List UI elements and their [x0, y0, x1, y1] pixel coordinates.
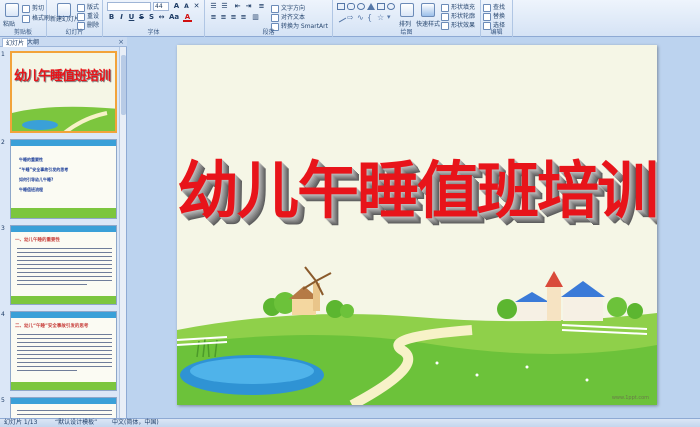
decrease-indent-icon[interactable]: ⇤	[233, 2, 242, 11]
slide-thumbnail-5[interactable]	[10, 397, 117, 418]
arrange-icon[interactable]	[400, 3, 414, 17]
justify-icon[interactable]: ≡	[239, 13, 248, 22]
shape-triangle-icon[interactable]	[367, 3, 375, 10]
slide-thumb-row-4[interactable]: 4 二、幼儿“午睡”安全事故引发的思考	[0, 311, 120, 393]
clear-format-icon[interactable]: ✕	[192, 2, 201, 11]
paragraph-group: ☰ ☰ ⇤ ⇥ ≡ 文字方向 ≡ ≡ ≡ ≡ ▥ 对齐文本 转换为 SmartA…	[205, 0, 333, 37]
strikethrough-icon[interactable]: S	[137, 13, 146, 22]
editing-group-label: 编辑	[490, 29, 503, 36]
shape-rounded-icon[interactable]	[347, 3, 355, 10]
bold-icon[interactable]: B	[107, 13, 116, 22]
slide-thumbnail-2[interactable]: 午睡的重要性 “午睡”安全事故引发的思考 如何引导幼儿午睡? 午睡值班流程	[10, 139, 117, 219]
thumb-item: 午睡值班流程	[19, 187, 43, 192]
slide-number: 5	[1, 397, 5, 404]
slide-number: 3	[1, 225, 5, 232]
scissors-icon	[22, 4, 30, 13]
paste-icon[interactable]	[5, 3, 19, 17]
shape-oval-icon[interactable]	[357, 3, 365, 10]
shape-star-icon[interactable]: ☆	[377, 14, 385, 22]
drawing-group-label: 绘图	[400, 29, 413, 36]
slide-thumbnail-4[interactable]: 二、幼儿“午睡”安全事故引发的思考	[10, 311, 117, 391]
editing-group: 查找 替换 选择 编辑	[481, 0, 513, 37]
new-slide-icon[interactable]	[57, 3, 71, 17]
shape-brace-icon[interactable]: {	[367, 14, 375, 22]
font-group-label: 字体	[147, 29, 160, 36]
slides-group: 新建幻灯片 版式 重设 删除 幻灯片	[47, 0, 103, 37]
shape-circle-icon[interactable]	[387, 3, 395, 10]
underline-icon[interactable]: U	[127, 13, 136, 22]
numbering-icon[interactable]: ☰	[220, 2, 229, 11]
shrink-font-icon[interactable]: A	[182, 2, 191, 11]
shape-rectangle-icon[interactable]	[337, 3, 345, 10]
status-bar: 幻灯片 1/13 “默认设计模板” 中文(简体，中国)	[0, 418, 700, 427]
cut-button[interactable]: 剪切	[22, 3, 44, 13]
shape-curve-icon[interactable]: ∿	[357, 14, 365, 22]
case-icon[interactable]: Aa	[169, 13, 179, 22]
slides-group-label: 幻灯片	[65, 29, 84, 36]
language-indicator[interactable]: 中文(简体，中国)	[112, 419, 159, 427]
slide-thumb-row-5[interactable]: 5	[0, 397, 120, 418]
theme-name: “默认设计模板”	[55, 419, 98, 426]
slide-number: 4	[1, 311, 5, 318]
line-spacing-icon[interactable]: ≡	[257, 2, 266, 11]
slide-thumb-row-2[interactable]: 2 午睡的重要性 “午睡”安全事故引发的思考 如何引导幼儿午睡? 午睡值班流程	[0, 139, 120, 221]
thumb-heading: 一、幼儿午睡的重要性	[15, 238, 60, 243]
paragraph-group-label: 段落	[262, 29, 275, 36]
slide-thumbnail-pane: 幻灯片 大纲 × 1 幼儿午睡值班培训 2 午睡的重要性 “午睡”安全事故引发的…	[0, 37, 127, 418]
shape-line-icon[interactable]	[335, 12, 347, 23]
current-slide[interactable]: 幼儿午睡值班培训 www.1ppt.com	[177, 45, 657, 405]
align-center-icon[interactable]: ≡	[219, 13, 228, 22]
pane-scrollbar[interactable]	[119, 47, 126, 418]
pane-tabs: 幻灯片 大纲 ×	[0, 37, 127, 47]
drawing-group: ⇨ ∿ { ☆ ▾ 排列 快速样式 形状填充 形状轮廓 形状效果 绘图	[333, 0, 481, 37]
shape-more-icon[interactable]: ▾	[387, 14, 395, 21]
thumb-item: 午睡的重要性	[19, 157, 43, 162]
font-size-select[interactable]: 44	[153, 2, 169, 11]
thumb-item: “午睡”安全事故引发的思考	[19, 167, 69, 172]
new-slide-button[interactable]: 新建幻灯片	[50, 17, 80, 23]
slide-thumb-row-1[interactable]: 1 幼儿午睡值班培训	[0, 51, 120, 135]
slide-thumb-row-3[interactable]: 3 一、幼儿午睡的重要性	[0, 225, 120, 307]
ribbon: 粘贴 剪切 格式刷 剪贴板 新建幻灯片 版式 重设 删除 幻灯片 44 A A …	[0, 0, 700, 37]
align-right-icon[interactable]: ≡	[229, 13, 238, 22]
slide-number: 1	[1, 51, 5, 58]
slide-thumbnail-1[interactable]: 幼儿午睡值班培训	[10, 51, 117, 133]
format-painter-button[interactable]: 格式刷	[22, 13, 50, 23]
thumb-decoration	[11, 398, 116, 415]
font-name-select[interactable]	[107, 2, 151, 11]
thumb-heading: 二、幼儿“午睡”安全事故引发的思考	[15, 324, 89, 329]
slide-watermark: www.1ppt.com	[611, 395, 649, 401]
align-left-icon[interactable]: ≡	[209, 13, 218, 22]
increase-indent-icon[interactable]: ⇥	[244, 2, 253, 11]
font-color-icon[interactable]: A	[183, 13, 192, 22]
slide-title[interactable]: 幼儿午睡值班培训	[177, 140, 657, 230]
brush-icon	[22, 14, 30, 23]
grow-font-icon[interactable]: A	[172, 2, 181, 11]
slide-number: 2	[1, 139, 5, 146]
shape-arrow-icon[interactable]: ⇨	[347, 14, 355, 22]
thumb-item: 如何引导幼儿午睡?	[19, 177, 54, 182]
close-pane-icon[interactable]: ×	[118, 38, 124, 46]
italic-icon[interactable]: I	[117, 13, 126, 22]
slide-thumbnail-3[interactable]: 一、幼儿午睡的重要性	[10, 225, 117, 305]
pane-scrollbar-thumb[interactable]	[121, 55, 126, 115]
spacing-icon[interactable]: ↔	[157, 13, 166, 22]
bullets-icon[interactable]: ☰	[209, 2, 218, 11]
clipboard-group-label: 剪贴板	[13, 29, 32, 36]
columns-icon[interactable]: ▥	[251, 13, 260, 22]
font-group: 44 A A ✕ B I U S S ↔ Aa A 字体	[103, 0, 205, 37]
slide-counter: 幻灯片 1/13	[4, 419, 38, 426]
slide-editor: 幼儿午睡值班培训 www.1ppt.com	[127, 37, 700, 418]
tab-outline[interactable]: 大纲	[24, 38, 42, 47]
quick-styles-icon[interactable]	[421, 3, 435, 17]
thumb-landscape	[12, 106, 115, 131]
clipboard-group: 粘贴 剪切 格式刷 剪贴板	[0, 0, 50, 37]
shape-square-icon[interactable]	[377, 3, 385, 10]
shadow-icon[interactable]: S	[147, 13, 156, 22]
